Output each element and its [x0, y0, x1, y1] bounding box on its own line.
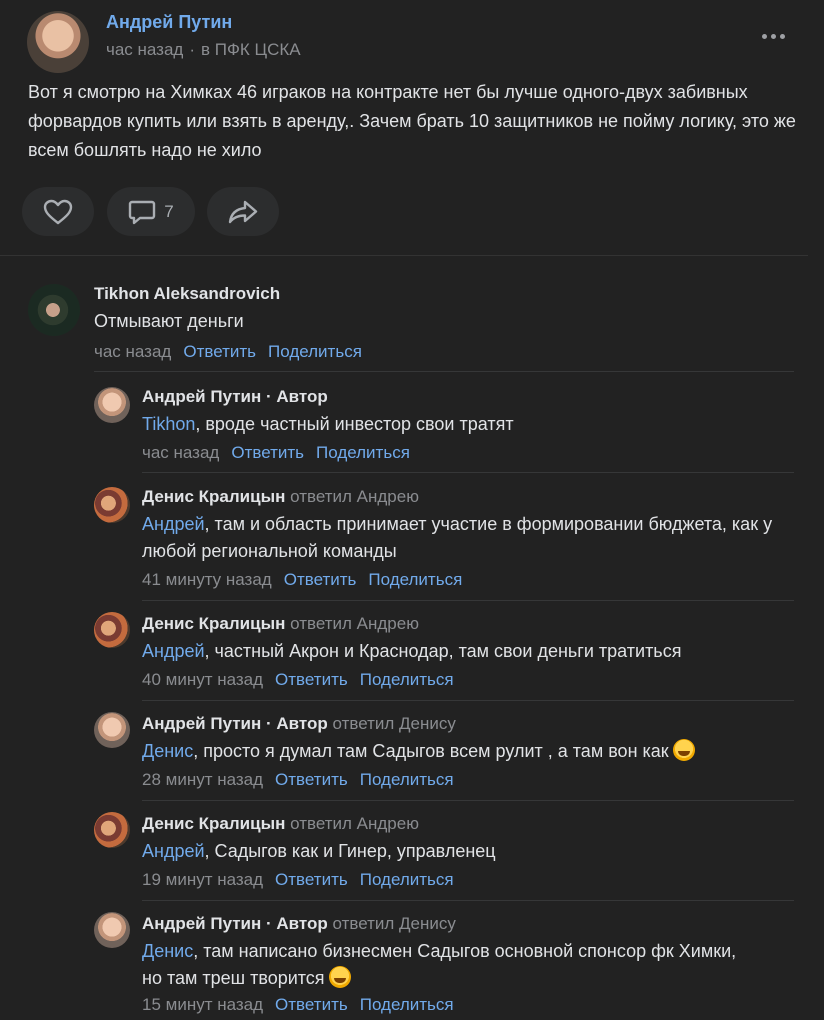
post-time[interactable]: час назад [106, 40, 183, 59]
comment-time[interactable]: 28 минут назад [142, 770, 263, 789]
post-text: Вот я смотрю на Химках 46 игракoв на кон… [28, 82, 796, 160]
reply-button[interactable]: Ответить [275, 770, 348, 789]
post-community[interactable]: в ПФК ЦСКА [201, 40, 301, 59]
avatar[interactable] [94, 487, 130, 523]
divider [142, 900, 794, 901]
mention-link[interactable]: Андрей [142, 641, 205, 661]
post-card: Андрей Путин час назад · в ПФК ЦСКА Вот я … [0, 0, 808, 256]
comment-author[interactable]: Андрей Путин · Автор [142, 387, 328, 407]
divider [94, 371, 794, 372]
divider [142, 800, 794, 801]
author-avatar[interactable] [27, 11, 89, 73]
comment-text: Денис, просто я думал там Садыгов всем р… [142, 738, 802, 765]
divider [142, 700, 794, 701]
reply-item: Денис Кралицын ответил Андрею Андрей, Са… [0, 802, 808, 900]
avatar[interactable] [94, 612, 130, 648]
reply-item: Андрей Путин · Автор ответил Денису Дени… [0, 902, 808, 1020]
avatar[interactable] [94, 712, 130, 748]
rofl-emoji-icon [328, 966, 351, 988]
reply-item: Денис Кралицын ответил Андрею Андрей, та… [0, 475, 808, 600]
comment-item: Tikhon Aleksandrovich Отмывают деньги ча… [0, 272, 808, 367]
replied-to[interactable]: ответил Андрею [290, 614, 419, 633]
reply-item: Андрей Путин · Автор Tikhon, вроде частн… [0, 375, 808, 470]
comment-text: Андрей, Садыгов как и Гинер, управленец [142, 841, 496, 861]
reply-button[interactable]: Ответить [284, 570, 357, 589]
share-link[interactable]: Поделиться [360, 670, 454, 689]
share-link[interactable]: Поделиться [360, 995, 454, 1014]
replied-to[interactable]: ответил Денису [333, 914, 456, 933]
comment-time[interactable]: час назад [142, 443, 219, 462]
avatar[interactable] [94, 912, 130, 948]
share-link[interactable]: Поделиться [268, 342, 362, 361]
comment-time[interactable]: 15 минут назад [142, 995, 263, 1014]
share-link[interactable]: Поделиться [360, 770, 454, 789]
avatar[interactable] [94, 387, 130, 423]
reply-button[interactable]: Ответить [275, 995, 348, 1014]
divider [142, 472, 794, 473]
mention-link[interactable]: Денис [142, 941, 193, 961]
mention-link[interactable]: Tikhon [142, 414, 195, 434]
replied-to[interactable]: ответил Андрею [290, 814, 419, 833]
replied-to[interactable]: ответил Денису [333, 714, 456, 733]
comment-time[interactable]: 19 минут назад [142, 870, 263, 889]
comment-text: Андрей, там и область принимает участие … [142, 514, 773, 561]
dot [780, 34, 785, 39]
comment-text: Tikhon, вроде частный инвестор свои трат… [142, 414, 514, 434]
more-dots-icon[interactable] [760, 32, 788, 42]
comment-meta: 40 минут назад Ответить Поделиться [142, 670, 454, 690]
comment-meta: час назад Ответить Поделиться [142, 443, 410, 463]
comment-meta: 28 минут назад Ответить Поделиться [142, 770, 454, 790]
share-link[interactable]: Поделиться [360, 870, 454, 889]
comment-meta: 41 минуту назад Ответить Поделиться [142, 570, 462, 590]
comment-text: Отмывают деньги [94, 311, 244, 331]
reply-button[interactable]: Ответить [275, 870, 348, 889]
reply-button[interactable]: Ответить [275, 670, 348, 689]
post-author-name[interactable]: Андрей Путин [106, 12, 232, 33]
comments-count: 7 [164, 201, 174, 221]
comment-author[interactable]: Андрей Путин · Автор ответил Денису [142, 714, 456, 734]
post-meta: час назад · в ПФК ЦСКА [106, 40, 301, 60]
comment-author[interactable]: Tikhon Aleksandrovich [94, 284, 280, 304]
mention-link[interactable]: Андрей [142, 514, 205, 534]
comment-time[interactable]: 40 минут назад [142, 670, 263, 689]
like-button[interactable] [22, 187, 94, 236]
heart-icon [43, 199, 73, 224]
comment-author[interactable]: Андрей Путин · Автор ответил Денису [142, 914, 456, 934]
reply-button[interactable]: Ответить [183, 342, 256, 361]
comment-author[interactable]: Денис Кралицын ответил Андрею [142, 814, 419, 834]
comment-text: Денис, там написано бизнесмен Садыгов ос… [142, 941, 737, 988]
comment-icon [129, 200, 156, 224]
meta-separator: · [189, 40, 196, 59]
comment-author[interactable]: Денис Кралицын ответил Андрею [142, 614, 419, 634]
divider [142, 600, 794, 601]
comment-text: Андрей, частный Акрон и Краснодар, там с… [142, 641, 682, 661]
dot [762, 34, 767, 39]
share-link[interactable]: Поделиться [316, 443, 410, 462]
comment-time[interactable]: 41 минуту назад [142, 570, 272, 589]
comment-button[interactable]: 7 [107, 187, 195, 236]
comment-meta: 19 минут назад Ответить Поделиться [142, 870, 454, 890]
dot [771, 34, 776, 39]
comment-time[interactable]: час назад [94, 342, 171, 361]
avatar[interactable] [94, 812, 130, 848]
comment-meta: 15 минут назад Ответить Поделиться [142, 995, 454, 1015]
reply-item: Андрей Путин · Автор ответил Денису Дени… [0, 702, 808, 800]
avatar[interactable] [28, 284, 80, 336]
share-button[interactable] [207, 187, 279, 236]
comment-meta: час назад Ответить Поделиться [94, 342, 362, 362]
comment-author[interactable]: Денис Кралицын ответил Андрею [142, 487, 419, 507]
mention-link[interactable]: Денис [142, 741, 193, 761]
share-icon [228, 200, 258, 223]
reply-button[interactable]: Ответить [231, 443, 304, 462]
mention-link[interactable]: Андрей [142, 841, 205, 861]
replied-to[interactable]: ответил Андрею [290, 487, 419, 506]
rofl-emoji-icon [672, 739, 695, 761]
share-link[interactable]: Поделиться [368, 570, 462, 589]
reply-item: Денис Кралицын ответил Андрею Андрей, ча… [0, 602, 808, 700]
